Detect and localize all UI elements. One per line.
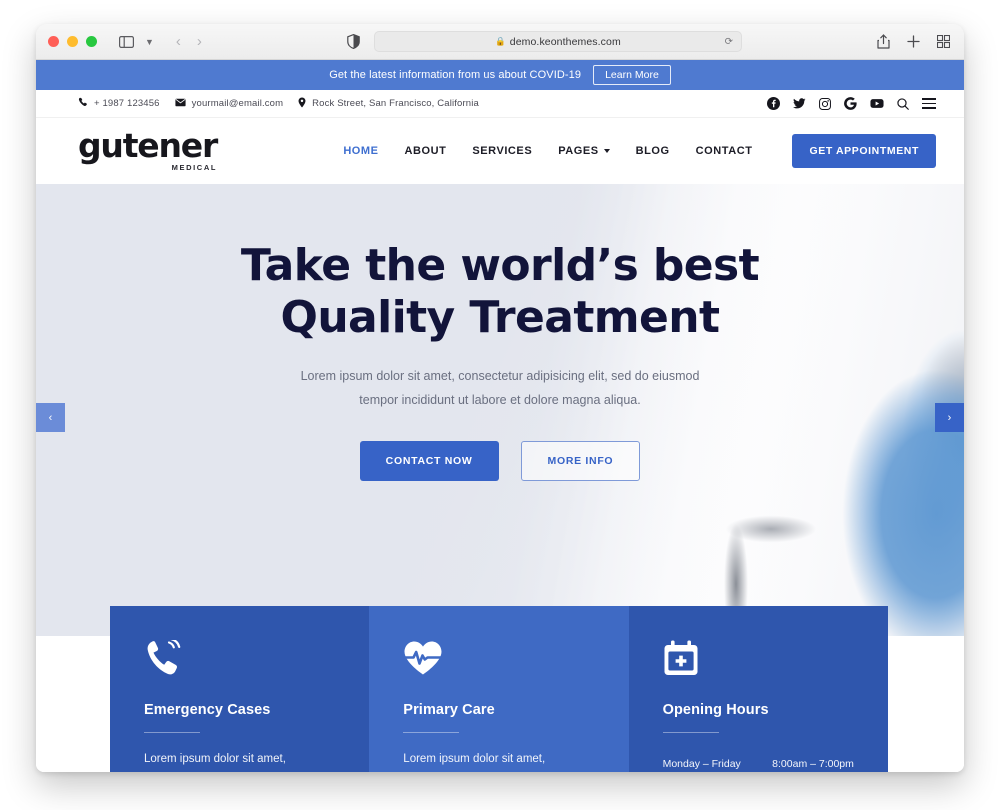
browser-window: ▼ ‹ › 🔒 demo.keonthemes.com ⟳ Get the la… <box>36 24 964 772</box>
website-viewport: Get the latest information from us about… <box>36 60 964 772</box>
tab-overview-icon[interactable] <box>937 35 950 48</box>
envelope-icon <box>175 98 186 110</box>
card-title-opening-hours: Opening Hours <box>662 702 769 718</box>
nav-item-pages[interactable]: PAGES <box>558 145 610 157</box>
twitter-icon[interactable] <box>793 98 806 109</box>
phone-icon <box>78 97 88 110</box>
card-divider <box>662 732 719 733</box>
url-input[interactable]: 🔒 demo.keonthemes.com ⟳ <box>373 31 742 52</box>
contact-now-button[interactable]: CONTACT NOW <box>359 440 499 481</box>
sidebar-icon[interactable] <box>119 35 134 48</box>
url-text: demo.keonthemes.com <box>509 35 621 48</box>
feature-cards: Emergency Cases Lorem ipsum dolor sit am… <box>110 606 888 772</box>
hero-heading-line2: Quality Treatment <box>280 291 721 343</box>
slider-next-button[interactable]: › <box>935 403 964 432</box>
site-header: gutener MEDICAL HOME ABOUT SERVICES PAGE… <box>36 118 964 184</box>
nav-item-contact-label: CONTACT <box>695 145 753 157</box>
page-backdrop: ▼ ‹ › 🔒 demo.keonthemes.com ⟳ Get the la… <box>0 0 1000 810</box>
heartbeat-icon <box>403 640 594 680</box>
contact-list: + 1987 123456 yourmail@email.com Rock St… <box>78 97 479 111</box>
email-text: yourmail@email.com <box>191 98 284 109</box>
contact-phone[interactable]: + 1987 123456 <box>78 97 160 110</box>
location-pin-icon <box>298 97 306 111</box>
chevron-down-icon <box>603 149 610 153</box>
logo-wordmark: gutener <box>78 126 218 166</box>
window-controls <box>48 36 97 47</box>
contact-address[interactable]: Rock Street, San Francisco, California <box>298 97 479 111</box>
nav-item-blog[interactable]: BLOG <box>636 145 670 157</box>
card-primary-care[interactable]: Primary Care Lorem ipsum dolor sit amet,… <box>369 606 629 772</box>
phone-text: + 1987 123456 <box>94 98 160 109</box>
contact-topbar: + 1987 123456 yourmail@email.com Rock St… <box>36 90 964 118</box>
card-text-primary-care: Lorem ipsum dolor sit amet, consectetur … <box>403 753 546 765</box>
nav-item-about[interactable]: ABOUT <box>405 145 447 157</box>
contact-email[interactable]: yourmail@email.com <box>175 98 284 110</box>
site-logo[interactable]: gutener MEDICAL <box>78 126 218 172</box>
nav-item-services-label: SERVICES <box>472 145 533 157</box>
card-divider <box>144 732 200 733</box>
forward-arrow-icon[interactable]: › <box>197 34 202 49</box>
youtube-icon[interactable] <box>870 98 884 109</box>
hero-buttons: CONTACT NOW MORE INFO <box>359 440 641 481</box>
plus-icon[interactable] <box>907 35 920 48</box>
hero-heading: Take the world’s best Quality Treatment <box>240 240 760 344</box>
card-divider <box>403 732 460 733</box>
share-icon[interactable] <box>877 34 890 49</box>
hero-subtitle: Lorem ipsum dolor sit amet, consectetur … <box>300 368 700 408</box>
nav-item-home[interactable]: HOME <box>343 145 378 157</box>
get-appointment-button[interactable]: GET APPOINTMENT <box>792 134 936 168</box>
toolbar-right-actions <box>877 34 952 49</box>
privacy-shield-icon[interactable] <box>347 34 360 49</box>
search-icon[interactable] <box>897 97 909 110</box>
hours-time-weekdays: 8:00am – 7:00pm <box>772 758 854 770</box>
hours-days-weekdays: Monday – Friday <box>662 758 741 770</box>
nav-item-blog-label: BLOG <box>635 145 670 157</box>
lock-icon: 🔒 <box>495 36 506 46</box>
hours-row-weekdays: Monday – Friday 8:00am – 7:00pm <box>663 749 854 772</box>
back-arrow-icon[interactable]: ‹ <box>176 34 181 49</box>
reload-icon[interactable]: ⟳ <box>725 36 733 47</box>
url-text-wrapper: 🔒 demo.keonthemes.com <box>495 36 621 48</box>
more-info-button[interactable]: MORE INFO <box>520 440 641 481</box>
social-links <box>767 97 936 110</box>
address-text: Rock Street, San Francisco, California <box>312 98 479 109</box>
learn-more-button[interactable]: Learn More <box>593 65 671 85</box>
browser-toolbar: ▼ ‹ › 🔒 demo.keonthemes.com ⟳ <box>36 24 964 60</box>
nav-item-pages-label: PAGES <box>558 145 599 157</box>
google-icon[interactable] <box>844 97 857 110</box>
nav-item-home-label: HOME <box>343 145 379 157</box>
hero-heading-line1: Take the world’s best <box>240 240 760 291</box>
hamburger-icon[interactable] <box>922 98 936 109</box>
main-navigation: HOME ABOUT SERVICES PAGES BLOG CONTACT G… <box>343 134 936 168</box>
nav-item-about-label: ABOUT <box>404 145 447 157</box>
nav-item-services[interactable]: SERVICES <box>472 145 532 157</box>
minimize-window-button[interactable] <box>67 36 78 47</box>
maximize-window-button[interactable] <box>86 36 97 47</box>
hero-slider: Take the world’s best Quality Treatment … <box>36 184 964 636</box>
phone-ring-icon <box>144 638 335 680</box>
instagram-icon[interactable] <box>819 97 831 110</box>
card-opening-hours[interactable]: Opening Hours Monday – Friday 8:00am – 7… <box>628 606 888 772</box>
navigation-arrows: ‹ › <box>176 34 202 49</box>
slider-prev-button[interactable]: ‹ <box>36 403 65 432</box>
covid-banner: Get the latest information from us about… <box>36 60 964 90</box>
calendar-plus-icon <box>663 640 854 680</box>
close-window-button[interactable] <box>48 36 59 47</box>
facebook-icon[interactable] <box>767 97 780 110</box>
chevron-down-icon[interactable]: ▼ <box>145 37 154 47</box>
covid-banner-text: Get the latest information from us about… <box>329 69 582 81</box>
card-emergency-cases[interactable]: Emergency Cases Lorem ipsum dolor sit am… <box>110 606 370 772</box>
nav-item-contact[interactable]: CONTACT <box>696 145 753 157</box>
card-title-primary-care: Primary Care <box>403 702 495 718</box>
address-bar-area: 🔒 demo.keonthemes.com ⟳ <box>212 31 867 52</box>
logo-tagline: MEDICAL <box>171 162 218 172</box>
card-title-emergency: Emergency Cases <box>144 702 271 718</box>
card-text-emergency: Lorem ipsum dolor sit amet, consectetur … <box>144 753 286 765</box>
hero-content: Take the world’s best Quality Treatment … <box>36 184 964 636</box>
